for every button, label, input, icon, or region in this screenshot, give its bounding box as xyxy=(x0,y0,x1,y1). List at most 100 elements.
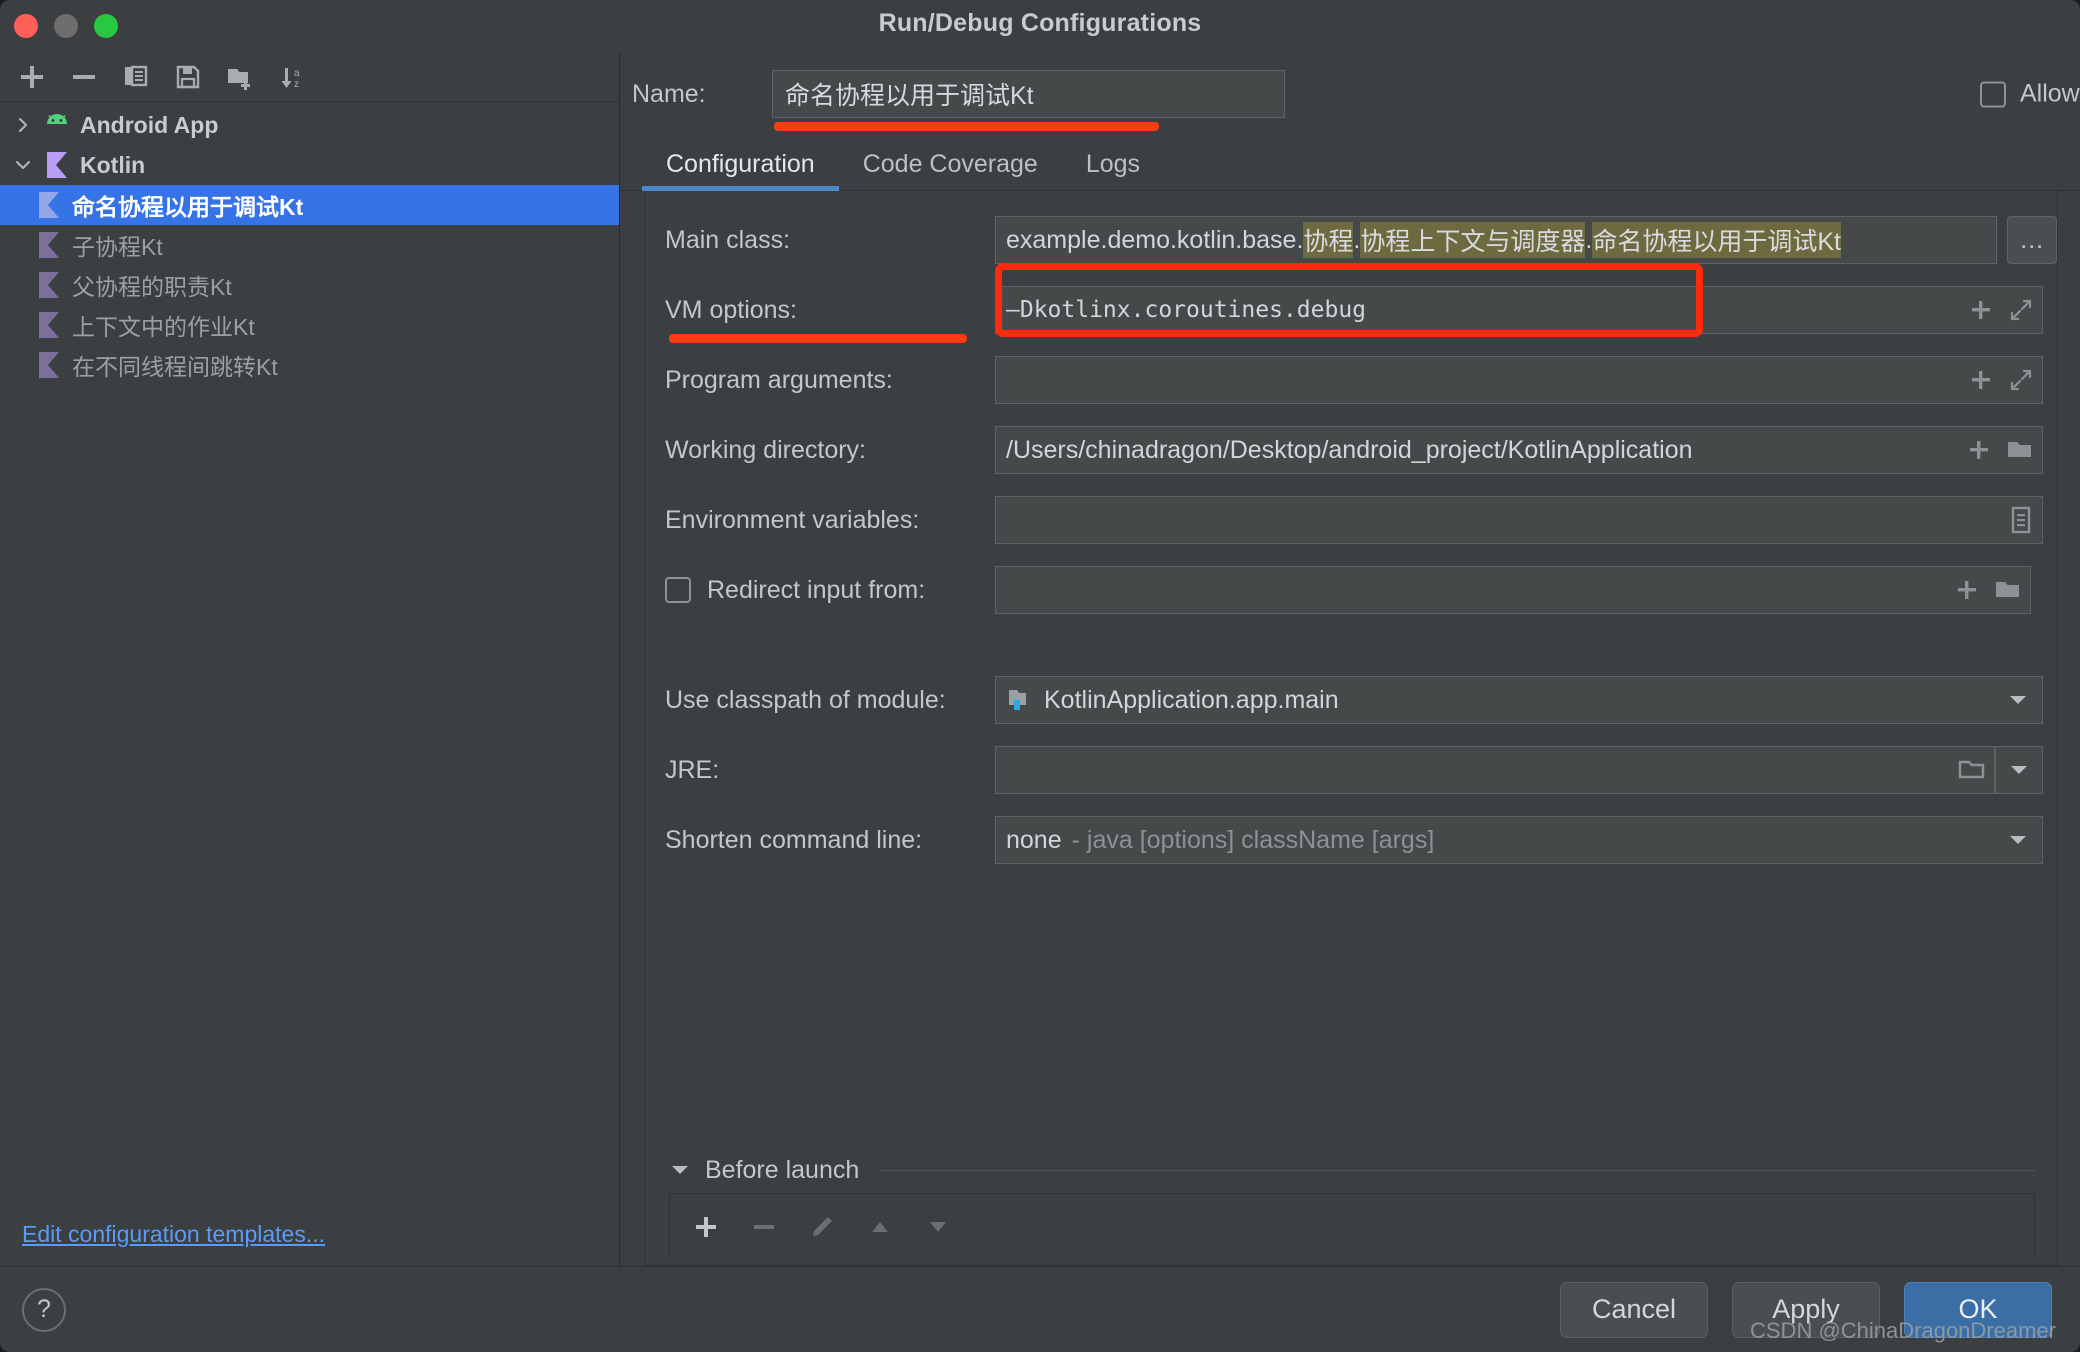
kotlin-icon xyxy=(40,152,74,178)
caret-down-icon[interactable] xyxy=(669,1162,691,1178)
jre-dropdown-button[interactable] xyxy=(1995,746,2043,794)
redirect-input-checkbox[interactable]: Redirect input from: xyxy=(665,576,995,605)
name-label: Name: xyxy=(632,80,772,109)
program-arguments-row: Program arguments: xyxy=(645,345,2057,415)
name-input[interactable] xyxy=(772,70,1285,118)
sidebar-toolbar: a z xyxy=(0,53,619,102)
before-launch-move-down-button[interactable] xyxy=(916,1205,960,1249)
tree-item-config-1[interactable]: 子协程Kt xyxy=(0,225,619,265)
editor-tabs[interactable]: Configuration Code Coverage Logs xyxy=(620,135,2080,191)
configuration-form: Main class: example.demo.kotlin.base.协程.… xyxy=(644,191,2058,1266)
chevron-right-icon[interactable] xyxy=(6,116,40,134)
tab-logs[interactable]: Logs xyxy=(1062,150,1164,191)
kotlin-file-icon xyxy=(32,352,66,378)
plus-icon[interactable] xyxy=(1954,577,1980,603)
tree-item-config-2[interactable]: 父协程的职责Kt xyxy=(0,265,619,305)
use-classpath-label: Use classpath of module: xyxy=(665,686,995,715)
shorten-command-line-value: none xyxy=(1006,826,1062,855)
shorten-command-line-select[interactable]: none - java [options] className [args] xyxy=(995,816,2043,864)
tree-item-label: 父协程的职责Kt xyxy=(72,268,232,302)
tree-group-kotlin[interactable]: Kotlin xyxy=(0,145,619,185)
vm-options-input[interactable]: –Dkotlinx.coroutines.debug xyxy=(995,286,2043,334)
tab-code-coverage[interactable]: Code Coverage xyxy=(839,150,1062,191)
list-icon[interactable] xyxy=(2008,505,2034,535)
watermark: CSDN @ChinaDragonDreamer xyxy=(1750,1318,2056,1344)
checkbox-box[interactable] xyxy=(1980,81,2006,107)
folder-icon[interactable] xyxy=(1994,577,2022,603)
program-arguments-label: Program arguments: xyxy=(665,366,995,395)
configurations-sidebar: a z xyxy=(0,53,620,1266)
allow-multiple-instances-checkbox[interactable]: Allow multiple instances xyxy=(1980,80,2080,109)
tree-item-config-4[interactable]: 在不同线程间跳转Kt xyxy=(0,345,619,385)
environment-variables-row: Environment variables: xyxy=(645,485,2057,555)
tab-configuration[interactable]: Configuration xyxy=(642,150,839,191)
working-directory-input[interactable]: /Users/chinadragon/Desktop/android_proje… xyxy=(995,426,2043,474)
allow-multiple-instances-label: Allow multiple instances xyxy=(2020,80,2080,109)
redirect-input-row: Redirect input from: xyxy=(645,555,2057,625)
environment-variables-input[interactable] xyxy=(995,496,2043,544)
vm-options-value: –Dkotlinx.coroutines.debug xyxy=(1006,297,1366,323)
checkbox-box[interactable] xyxy=(665,577,691,603)
chevron-down-icon[interactable] xyxy=(2009,763,2029,777)
new-folder-button[interactable] xyxy=(218,57,262,97)
tree-group-label: Android App xyxy=(80,112,218,139)
chevron-down-icon[interactable] xyxy=(2008,693,2028,707)
name-row: Name: Allow multiple instances Store as … xyxy=(620,53,2080,135)
program-arguments-input[interactable] xyxy=(995,356,2043,404)
save-configuration-button[interactable] xyxy=(166,57,210,97)
shorten-command-line-label: Shorten command line: xyxy=(665,826,995,855)
main-class-browse-button[interactable]: ... xyxy=(2007,216,2057,264)
copy-configuration-button[interactable] xyxy=(114,57,158,97)
jre-input[interactable] xyxy=(995,746,1995,794)
before-launch-remove-button[interactable] xyxy=(742,1205,786,1249)
tree-item-config-0[interactable]: 命名协程以用于调试Kt xyxy=(0,185,619,225)
add-configuration-button[interactable] xyxy=(10,57,54,97)
help-button[interactable]: ? xyxy=(22,1288,66,1332)
dialog-footer: ? Cancel Apply OK CSDN @ChinaDragonDream… xyxy=(0,1266,2080,1352)
folder-icon[interactable] xyxy=(2006,437,2034,463)
before-launch-header[interactable]: Before launch xyxy=(669,1147,2035,1193)
edit-configuration-templates-link[interactable]: Edit configuration templates... xyxy=(22,1221,325,1247)
vm-options-label: VM options: xyxy=(665,296,995,325)
before-launch-title: Before launch xyxy=(705,1156,859,1185)
program-arguments-field-icons xyxy=(1968,357,2034,403)
dialog-body: a z xyxy=(0,53,2080,1266)
cancel-button[interactable]: Cancel xyxy=(1560,1282,1708,1338)
tree-item-label: 上下文中的作业Kt xyxy=(72,308,255,342)
chevron-down-icon[interactable] xyxy=(2008,833,2028,847)
redirect-input-field[interactable] xyxy=(995,566,2031,614)
title-bar: Run/Debug Configurations xyxy=(0,0,2080,53)
main-class-dot-2: . xyxy=(1585,226,1592,255)
main-class-prefix: example.demo.kotlin.base. xyxy=(1006,226,1303,255)
folder-icon[interactable] xyxy=(1958,757,1986,783)
before-launch-move-up-button[interactable] xyxy=(858,1205,902,1249)
kotlin-file-icon xyxy=(32,272,66,298)
plus-icon[interactable] xyxy=(1968,297,1994,323)
remove-configuration-button[interactable] xyxy=(62,57,106,97)
before-launch-edit-button[interactable] xyxy=(800,1205,844,1249)
tree-group-android-app[interactable]: Android App xyxy=(0,105,619,145)
expand-icon[interactable] xyxy=(2008,367,2034,393)
run-debug-configurations-dialog: Run/Debug Configurations xyxy=(0,0,2080,1352)
vm-options-row: VM options: –Dkotlinx.coroutines.debug xyxy=(645,275,2057,345)
plus-icon[interactable] xyxy=(1966,437,1992,463)
tree-group-label: Kotlin xyxy=(80,152,145,179)
android-icon xyxy=(40,114,74,136)
shorten-command-line-hint: - java [options] className [args] xyxy=(1072,826,1435,855)
configurations-tree[interactable]: Android App Kotlin xyxy=(0,102,619,1221)
before-launch-toolbar xyxy=(669,1193,2035,1259)
use-classpath-select[interactable]: KotlinApplication.app.main xyxy=(995,676,2043,724)
main-class-dot-1: . xyxy=(1353,226,1360,255)
use-classpath-value: KotlinApplication.app.main xyxy=(1044,686,1339,715)
before-launch-add-button[interactable] xyxy=(684,1205,728,1249)
chevron-down-icon[interactable] xyxy=(6,156,40,174)
tree-item-config-3[interactable]: 上下文中的作业Kt xyxy=(0,305,619,345)
main-class-input[interactable]: example.demo.kotlin.base.协程.协程上下文与调度器.命名… xyxy=(995,216,1997,264)
form-spacer xyxy=(645,625,2057,665)
tree-item-label: 子协程Kt xyxy=(72,228,163,262)
plus-icon[interactable] xyxy=(1968,367,1994,393)
expand-icon[interactable] xyxy=(2008,297,2034,323)
redirect-input-label: Redirect input from: xyxy=(707,576,925,605)
sort-configurations-button[interactable]: a z xyxy=(270,57,314,97)
before-launch-divider xyxy=(879,1170,2035,1171)
